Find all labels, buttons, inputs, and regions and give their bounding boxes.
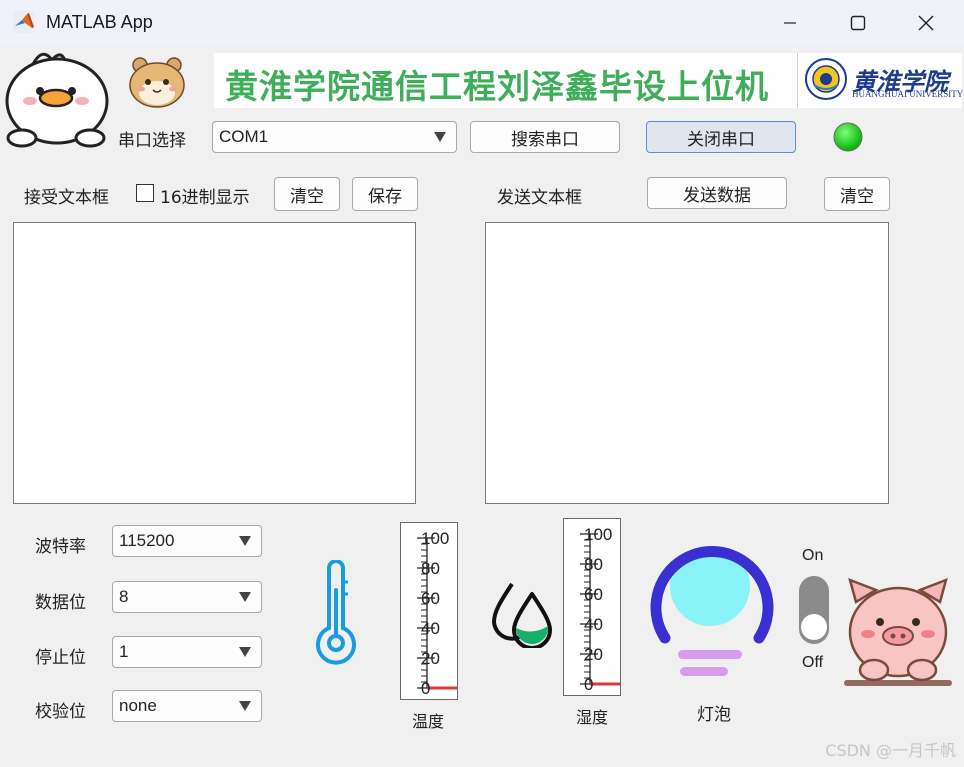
data-bits-dropdown[interactable]: 8 xyxy=(112,581,262,613)
banner-title: 黄淮学院通信工程刘泽鑫毕设上位机 xyxy=(225,67,769,106)
parity-dropdown[interactable]: none xyxy=(112,690,262,722)
close-button[interactable] xyxy=(892,0,960,46)
chevron-down-icon xyxy=(239,536,251,546)
lamp-label: 灯泡 xyxy=(697,705,731,725)
data-bits-value: 8 xyxy=(119,587,129,606)
parity-label: 校验位 xyxy=(35,702,86,722)
toggle-knob[interactable] xyxy=(801,614,827,640)
chevron-down-icon xyxy=(239,701,251,711)
port-dropdown[interactable]: COM1 xyxy=(212,121,457,153)
port-label: 串口选择 xyxy=(118,131,186,151)
send-textarea[interactable] xyxy=(485,222,889,504)
switch-off-label: Off xyxy=(802,654,824,671)
light-bulb-icon xyxy=(644,528,780,664)
stop-bits-dropdown[interactable]: 1 xyxy=(112,636,262,668)
thermometer-icon xyxy=(310,559,362,666)
watermark: CSDN @一月千帆 xyxy=(825,741,956,760)
toggle-switch[interactable] xyxy=(799,576,829,644)
chevron-down-icon xyxy=(239,592,251,602)
baud-label: 波特率 xyxy=(35,537,86,557)
save-button[interactable]: 保存 xyxy=(352,177,418,211)
close-port-button[interactable]: 关闭串口 xyxy=(646,121,796,153)
baud-dropdown[interactable]: 115200 xyxy=(112,525,262,557)
humidity-scale xyxy=(580,533,620,686)
chevron-down-icon xyxy=(239,647,251,657)
temperature-scale xyxy=(417,537,457,690)
receive-textarea[interactable] xyxy=(13,222,416,504)
receive-label: 接受文本框 xyxy=(24,188,109,208)
maximize-icon xyxy=(850,15,866,31)
stop-bits-label: 停止位 xyxy=(35,648,86,668)
temperature-tick-label: 40 xyxy=(421,619,440,638)
matlab-logo-icon xyxy=(13,11,35,33)
humidity-tick-label: 40 xyxy=(584,615,603,634)
search-port-button[interactable]: 搜索串口 xyxy=(470,121,620,153)
humidity-gauge: 100 80 60 40 20 0 xyxy=(563,518,621,696)
temperature-tick-label: 80 xyxy=(421,559,440,578)
temperature-gauge: 100 80 60 40 20 0 xyxy=(400,522,458,700)
send-label: 发送文本框 xyxy=(497,188,582,208)
port-value: COM1 xyxy=(219,127,269,146)
water-drops-icon xyxy=(490,578,556,650)
banner-divider xyxy=(797,53,798,108)
close-icon xyxy=(918,15,934,31)
minimize-icon xyxy=(784,22,796,24)
temperature-tick-label: 20 xyxy=(421,649,440,668)
humidity-label: 湿度 xyxy=(576,708,609,727)
data-bits-label: 数据位 xyxy=(35,593,86,613)
university-seal-icon xyxy=(804,57,848,101)
temperature-tick-label: 60 xyxy=(421,589,440,608)
temperature-tick-label: 0 xyxy=(421,679,431,698)
hamster-sticker-icon xyxy=(126,55,188,109)
stop-bits-value: 1 xyxy=(119,642,129,661)
status-lamp-icon xyxy=(833,122,863,152)
pig-sticker-icon xyxy=(842,576,954,688)
maximize-button[interactable] xyxy=(824,0,892,46)
temperature-tick-label: 100 xyxy=(421,529,450,548)
switch-on-label: On xyxy=(802,547,824,564)
send-clear-button[interactable]: 清空 xyxy=(824,177,890,211)
send-data-button[interactable]: 发送数据 xyxy=(647,177,787,209)
window-title: MATLAB App xyxy=(46,12,153,32)
minimize-button[interactable] xyxy=(756,0,824,46)
chevron-down-icon xyxy=(434,132,446,142)
baud-value: 115200 xyxy=(119,531,175,550)
humidity-tick-label: 20 xyxy=(584,645,603,664)
humidity-tick-label: 0 xyxy=(584,675,594,694)
parity-value: none xyxy=(119,696,157,715)
temperature-label: 温度 xyxy=(412,712,445,731)
duck-sticker-icon xyxy=(2,46,112,150)
hex-checkbox-label: 16进制显示 xyxy=(160,188,250,208)
receive-clear-button[interactable]: 清空 xyxy=(274,177,340,211)
humidity-tick-label: 80 xyxy=(584,555,603,574)
humidity-tick-label: 60 xyxy=(584,585,603,604)
hex-checkbox[interactable] xyxy=(136,184,154,202)
bulb-base-bar xyxy=(680,667,728,676)
humidity-tick-label: 100 xyxy=(584,525,613,544)
school-name-en: HUANGHUAI UNIVERSITY xyxy=(852,89,964,99)
